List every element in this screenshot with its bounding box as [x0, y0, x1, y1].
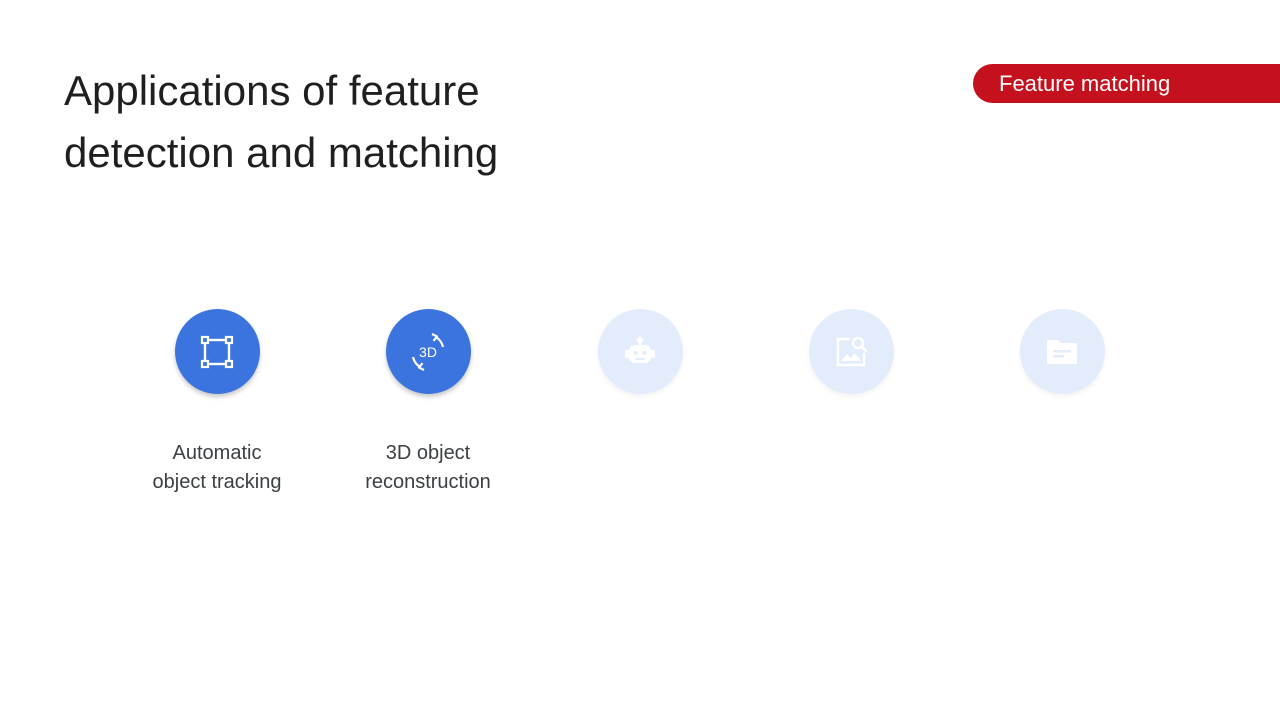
application-label-line-2: reconstruction [365, 471, 491, 493]
application-document-archive [952, 309, 1172, 394]
application-robotics [530, 309, 750, 394]
section-badge-label: Feature matching [999, 70, 1171, 96]
slide: Applications of feature detection and ma… [0, 0, 1280, 720]
application-image-search [741, 309, 961, 394]
application-label: 3D object reconstruction [365, 439, 491, 497]
bounding-box-icon [174, 309, 260, 394]
slide-title: Applications of feature detection and ma… [64, 60, 684, 184]
slide-title-line-2: detection and matching [64, 129, 499, 176]
application-label-line-1: 3D object [385, 442, 471, 464]
application-3d-reconstruction: 3D 3D object reconstruction [318, 309, 538, 497]
applications-row: Automatic object tracking 3D 3D object r… [0, 309, 1280, 509]
3d-rotation-icon: 3D [385, 309, 471, 394]
section-badge: Feature matching [973, 64, 1280, 103]
3d-icon-text: 3D [419, 344, 437, 360]
slide-title-line-1: Applications of feature [64, 67, 480, 114]
application-label-line-1: Automatic [172, 442, 262, 464]
application-object-tracking: Automatic object tracking [107, 309, 327, 497]
application-label: Automatic object tracking [153, 439, 282, 497]
image-search-icon [808, 309, 894, 394]
robot-icon [597, 309, 683, 394]
application-label-line-2: object tracking [152, 471, 282, 493]
folder-icon [1019, 309, 1105, 394]
